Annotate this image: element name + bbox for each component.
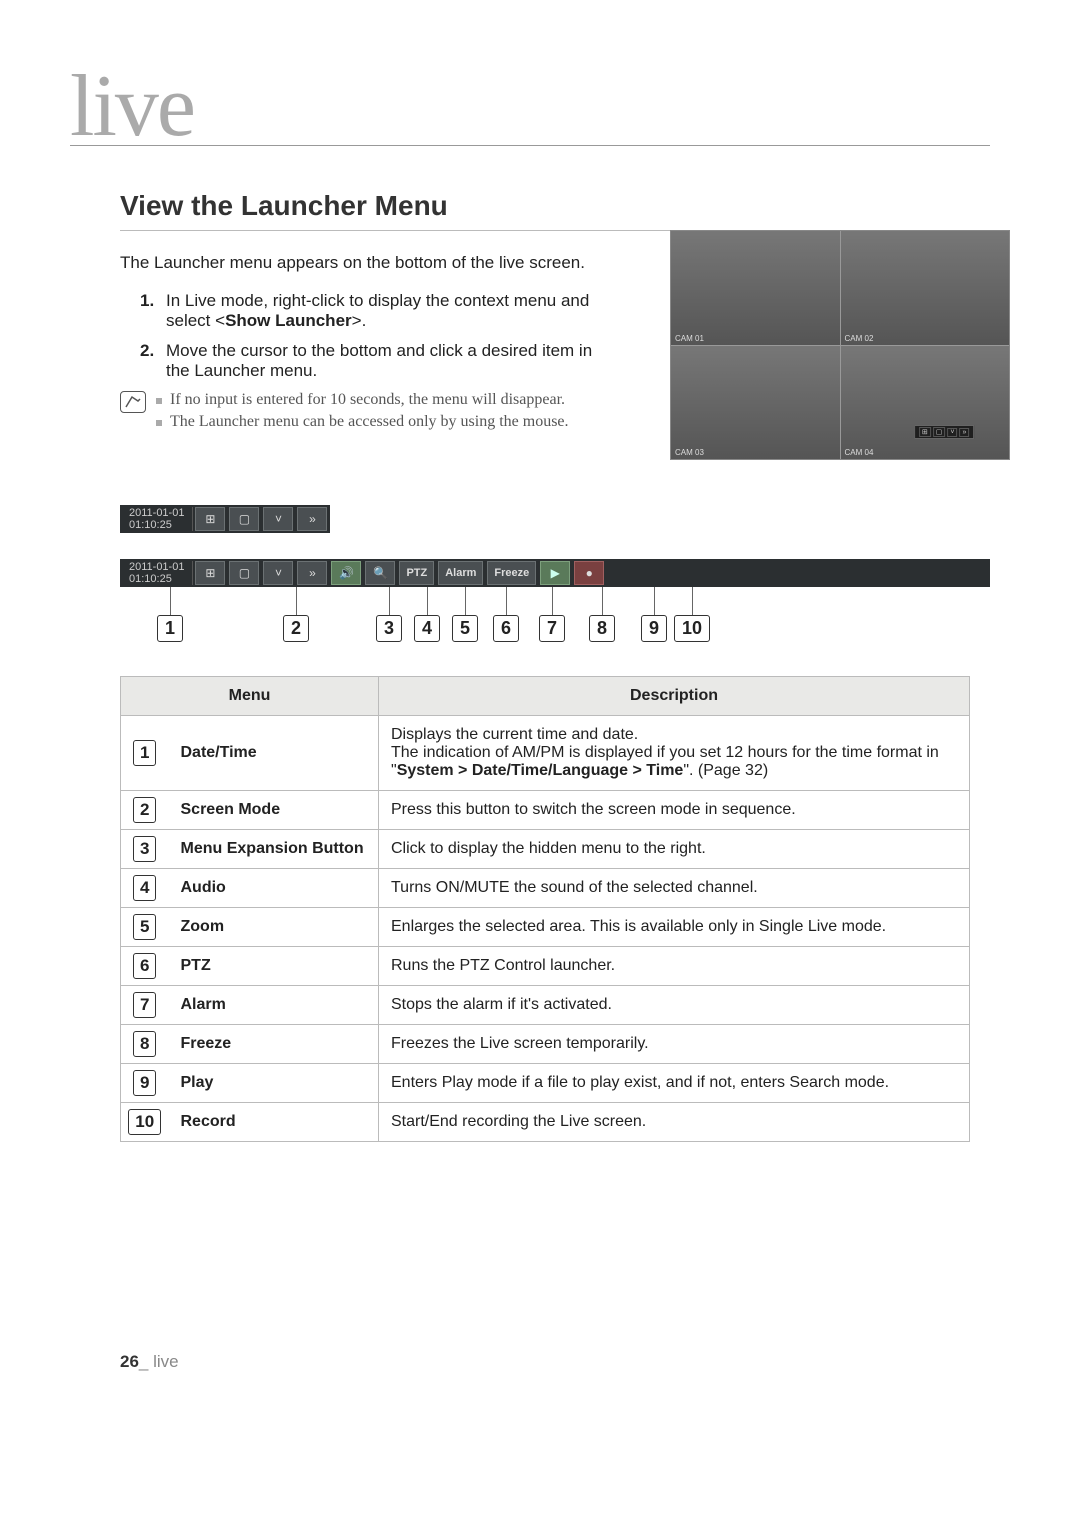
menu-name: Record [169,1102,379,1141]
step-1: 1. In Live mode, right-click to display … [140,291,600,331]
note-block: If no input is entered for 10 seconds, t… [120,391,680,435]
callout-9: 9 [641,615,667,642]
cam-tile: CAM 04 ⊞▢˅» [841,346,1010,460]
row-number: 1 [133,740,156,766]
table-row: 10 RecordStart/End recording the Live scr… [121,1102,970,1141]
th-description: Description [379,676,970,715]
note-item: The Launcher menu can be accessed only b… [156,413,680,431]
row-number: 4 [133,875,156,901]
callout-6: 6 [493,615,519,642]
menu-description: Press this button to switch the screen m… [379,790,970,829]
launcher-datetime: 2011-01-01 01:10:25 [121,561,193,585]
row-number: 8 [133,1031,156,1057]
menu-description: Click to display the hidden menu to the … [379,829,970,868]
audio-button[interactable]: 🔊 [331,561,361,585]
callout-2: 2 [283,615,309,642]
menu-name: Menu Expansion Button [169,829,379,868]
th-menu: Menu [121,676,379,715]
launcher-datetime: 2011-01-01 01:10:25 [121,507,193,531]
screen-mode-4-button[interactable]: ⊞ [195,507,225,531]
menu-name: Audio [169,868,379,907]
record-button[interactable]: ● [574,561,604,585]
menu-description: Enlarges the selected area. This is avai… [379,907,970,946]
screen-mode-1-button[interactable]: ▢ [229,561,259,585]
row-number: 7 [133,992,156,1018]
callout-1: 1 [157,615,183,642]
menu-expand-button[interactable]: » [297,507,327,531]
menu-description: Freezes the Live screen temporarily. [379,1024,970,1063]
callout-4: 4 [414,615,440,642]
callout-3: 3 [376,615,402,642]
row-number: 9 [133,1070,156,1096]
screen-mode-dropdown[interactable]: ˅ [263,561,293,585]
note-item: If no input is entered for 10 seconds, t… [156,391,680,409]
launcher-collapsed: 2011-01-01 01:10:25 ⊞ ▢ ˅ » [120,505,990,533]
cam-tile: CAM 03 [671,346,840,460]
table-row: 2 Screen ModePress this button to switch … [121,790,970,829]
menu-name: Play [169,1063,379,1102]
callout-5: 5 [452,615,478,642]
row-number: 10 [128,1109,161,1135]
table-row: 4 AudioTurns ON/MUTE the sound of the sel… [121,868,970,907]
intro-text: The Launcher menu appears on the bottom … [120,253,600,273]
step-2: 2. Move the cursor to the bottom and cli… [140,341,600,381]
note-icon [120,391,146,413]
launcher-menu-table: Menu Description 1 Date/TimeDisplays the … [120,676,970,1142]
menu-description: Displays the current time and date.The i… [379,715,970,790]
callout-7: 7 [539,615,565,642]
menu-description: Start/End recording the Live screen. [379,1102,970,1141]
launcher-in-screenshot: ⊞▢˅» [914,425,975,439]
steps-list: 1. In Live mode, right-click to display … [140,291,600,381]
chapter-title: live [70,70,990,146]
section-title: View the Launcher Menu [120,190,990,231]
ptz-button[interactable]: PTZ [399,561,434,585]
table-row: 1 Date/TimeDisplays the current time and … [121,715,970,790]
table-row: 8 FreezeFreezes the Live screen temporari… [121,1024,970,1063]
menu-name: Date/Time [169,715,379,790]
menu-description: Stops the alarm if it's activated. [379,985,970,1024]
alarm-button[interactable]: Alarm [438,561,483,585]
cam-tile: CAM 02 [841,231,1010,345]
menu-description: Runs the PTZ Control launcher. [379,946,970,985]
step-text: In Live mode, right-click to display the… [166,291,600,331]
row-number: 3 [133,836,156,862]
screen-mode-1-button[interactable]: ▢ [229,507,259,531]
table-row: 7 AlarmStops the alarm if it's activated. [121,985,970,1024]
menu-expand-button[interactable]: » [297,561,327,585]
menu-description: Enters Play mode if a file to play exist… [379,1063,970,1102]
screen-mode-dropdown[interactable]: ˅ [263,507,293,531]
callout-8: 8 [589,615,615,642]
row-number: 5 [133,914,156,940]
freeze-button[interactable]: Freeze [487,561,536,585]
cam-tile: CAM 01 [671,231,840,345]
table-row: 5 ZoomEnlarges the selected area. This is… [121,907,970,946]
step-number: 2. [140,341,166,381]
menu-name: Freeze [169,1024,379,1063]
step-number: 1. [140,291,166,331]
menu-name: Alarm [169,985,379,1024]
menu-name: Screen Mode [169,790,379,829]
table-row: 9 PlayEnters Play mode if a file to play … [121,1063,970,1102]
step-text: Move the cursor to the bottom and click … [166,341,600,381]
launcher-expanded: 2011-01-01 01:10:25 ⊞ ▢ ˅ » 🔊 🔍 PTZ Alar… [120,559,990,642]
menu-name: PTZ [169,946,379,985]
menu-description: Turns ON/MUTE the sound of the selected … [379,868,970,907]
menu-name: Zoom [169,907,379,946]
row-number: 2 [133,797,156,823]
table-row: 6 PTZRuns the PTZ Control launcher. [121,946,970,985]
zoom-button[interactable]: 🔍 [365,561,395,585]
screen-mode-4-button[interactable]: ⊞ [195,561,225,585]
page-footer: 26_ live [120,1352,990,1372]
live-screenshot: 2011-01-01 01:10:25 CAM 01 CAM 02 CAM 03… [670,230,1010,460]
row-number: 6 [133,953,156,979]
play-button[interactable]: ▶ [540,561,570,585]
table-row: 3 Menu Expansion ButtonClick to display t… [121,829,970,868]
callout-10: 10 [674,615,710,642]
